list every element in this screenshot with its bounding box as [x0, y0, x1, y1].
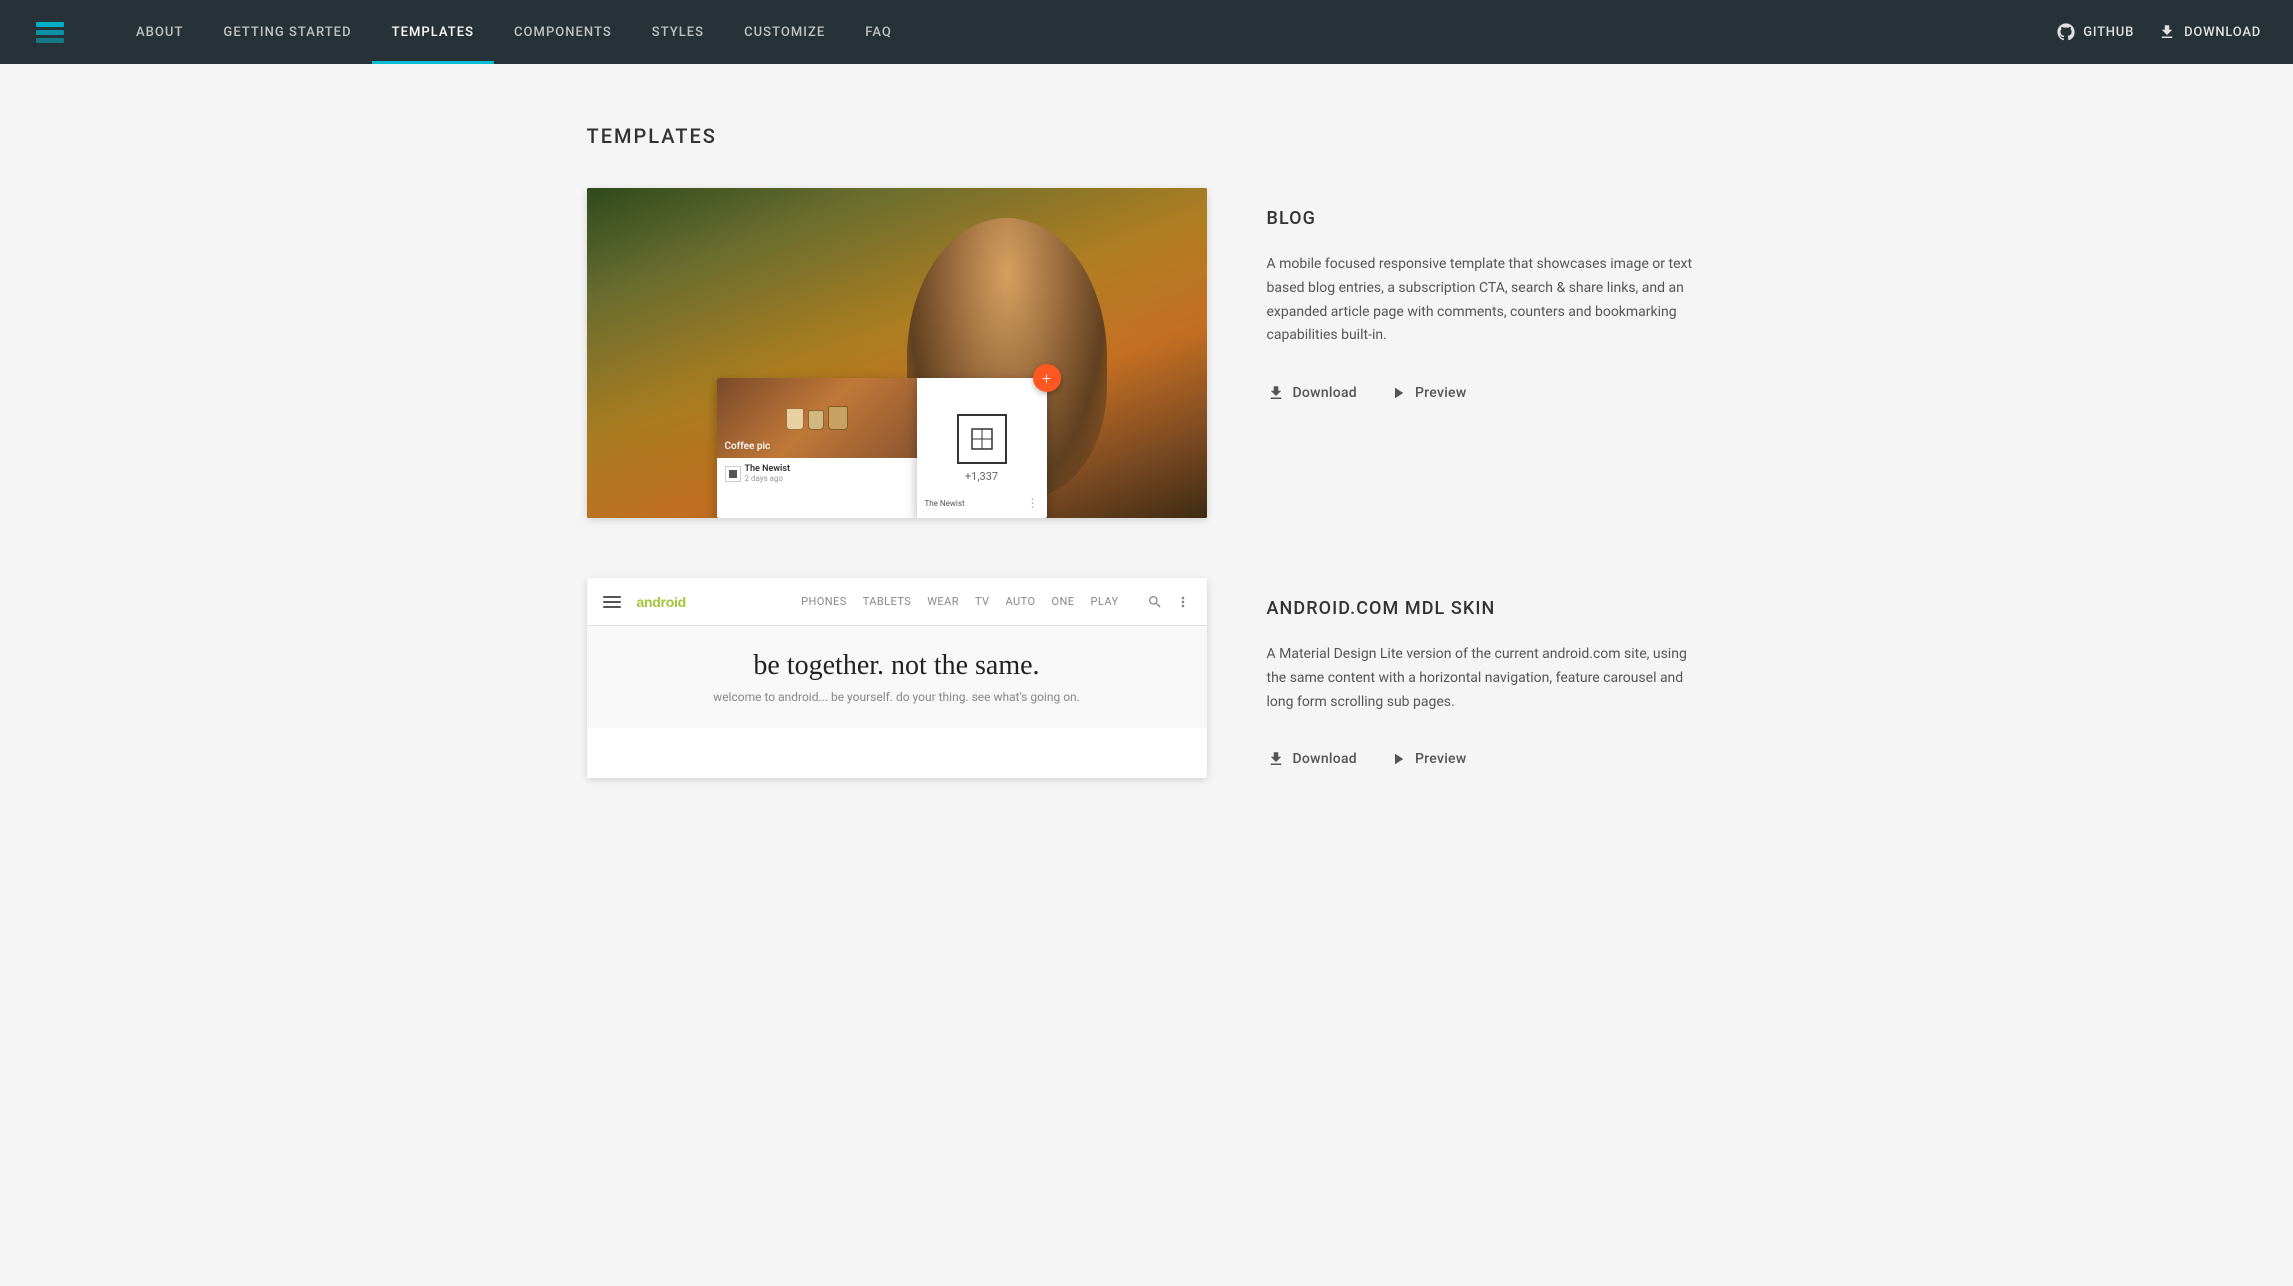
blog-download-label: Download [1293, 385, 1357, 401]
android-download-button[interactable]: Download [1267, 750, 1357, 768]
android-hamburger-icon [603, 596, 621, 608]
android-nav-tablets: TABLETS [863, 595, 912, 608]
mobile-card-image: Coffee pic [717, 378, 917, 458]
meta-icon [725, 466, 741, 482]
cup2 [808, 410, 824, 430]
android-more-icon[interactable] [1175, 594, 1191, 610]
post-date: 2 days ago [745, 474, 790, 483]
cup1 [786, 408, 804, 430]
orange-fab[interactable]: + [1033, 364, 1061, 392]
blog-actions: Download Preview [1267, 384, 1707, 402]
android-preview-button[interactable]: Preview [1389, 750, 1467, 768]
mobile-cards-container: Coffee pic The Newist 2 days ago [717, 378, 1047, 518]
card-footer-title: The Newist [925, 499, 965, 508]
android-preview-inner: android PHONES TABLETS WEAR TV AUTO ONE … [587, 578, 1207, 778]
page-title: TEMPLATES [587, 124, 1707, 148]
blog-info: BLOG A mobile focused responsive templat… [1267, 188, 1707, 518]
github-label: GitHub [2083, 25, 2134, 40]
card-footer: The Newist ⋮ [925, 496, 1039, 510]
post-title: The Newist [745, 464, 790, 474]
blog-download-icon [1267, 384, 1285, 402]
nav-item-faq[interactable]: FAQ [845, 0, 912, 64]
android-preview-label: Preview [1415, 751, 1467, 767]
blog-preview-label: Preview [1415, 385, 1467, 401]
coffee-label: Coffee pic [725, 441, 771, 452]
header: ABOUT GETTING STARTED TEMPLATES COMPONEN… [0, 0, 2293, 64]
hamburger-line3 [603, 606, 621, 608]
android-nav-icons [1147, 594, 1191, 610]
android-nav-auto: AUTO [1006, 595, 1036, 608]
nav-item-templates[interactable]: TEMPLATES [372, 0, 494, 64]
meta-text: The Newist 2 days ago [745, 464, 790, 483]
mobile-card-meta-left: The Newist 2 days ago [717, 458, 917, 489]
nav-item-styles[interactable]: STYLES [632, 0, 724, 64]
android-nav-phones: PHONES [801, 595, 847, 608]
android-nav-one: ONE [1051, 595, 1074, 608]
card-footer-dots: ⋮ [1027, 496, 1039, 510]
coffee-cups [786, 406, 848, 430]
android-headline: be together. not the same. [619, 650, 1175, 682]
android-download-icon [1267, 750, 1285, 768]
nav-item-about[interactable]: ABOUT [116, 0, 203, 64]
github-icon [2057, 23, 2075, 41]
nav-item-components[interactable]: COMPONENTS [494, 0, 632, 64]
android-preview: android PHONES TABLETS WEAR TV AUTO ONE … [587, 578, 1207, 778]
nav-item-getting-started[interactable]: GETTING STARTED [203, 0, 371, 64]
mobile-card-right: +1,337 The Newist ⋮ [917, 378, 1047, 518]
card-logo [957, 414, 1007, 464]
hamburger-line1 [603, 596, 621, 598]
android-preview-icon [1389, 750, 1407, 768]
meta-icon-inner [729, 470, 737, 478]
android-subtext: welcome to android... be yourself. do yo… [619, 690, 1175, 704]
download-header-icon [2158, 23, 2176, 41]
blog-description: A mobile focused responsive template tha… [1267, 253, 1707, 348]
github-button[interactable]: GitHub [2057, 23, 2134, 41]
template-section-android: android PHONES TABLETS WEAR TV AUTO ONE … [587, 578, 1707, 778]
card-logo-svg [967, 424, 997, 454]
android-search-icon[interactable] [1147, 594, 1163, 610]
download-header-button[interactable]: Download [2158, 23, 2261, 41]
blog-preview-button[interactable]: Preview [1389, 384, 1467, 402]
mobile-card-left: Coffee pic The Newist 2 days ago [717, 378, 917, 518]
android-title: ANDROID.COM MDL SKIN [1267, 598, 1707, 619]
android-nav-play: PLAY [1090, 595, 1118, 608]
blog-preview-image: Coffee pic The Newist 2 days ago [587, 188, 1207, 518]
android-download-label: Download [1293, 751, 1357, 767]
blog-title: BLOG [1267, 208, 1707, 229]
android-nav-tv: TV [975, 595, 990, 608]
android-logo: android [637, 594, 786, 610]
android-nav-wear: WEAR [927, 595, 959, 608]
android-actions: Download Preview [1267, 750, 1707, 768]
mobile-cards-wrapper: Coffee pic The Newist 2 days ago [717, 378, 1047, 518]
android-description: A Material Design Lite version of the cu… [1267, 643, 1707, 714]
card-count: +1,337 [965, 470, 998, 483]
android-nav-bar: android PHONES TABLETS WEAR TV AUTO ONE … [587, 578, 1207, 626]
fab-icon: + [1042, 369, 1051, 388]
cup3 [828, 406, 848, 430]
blog-preview-icon [1389, 384, 1407, 402]
android-nav-links: PHONES TABLETS WEAR TV AUTO ONE PLAY [801, 595, 1118, 608]
blog-download-button[interactable]: Download [1267, 384, 1357, 402]
main-content: TEMPLATES [547, 64, 1747, 898]
blog-preview: Coffee pic The Newist 2 days ago [587, 188, 1207, 518]
download-header-label: Download [2184, 25, 2261, 40]
header-actions: GitHub Download [2057, 23, 2261, 41]
nav-item-customize[interactable]: CUSTOMIZE [724, 0, 845, 64]
main-nav: ABOUT GETTING STARTED TEMPLATES COMPONEN… [116, 0, 2057, 64]
android-content: be together. not the same. welcome to an… [587, 626, 1207, 728]
hamburger-line2 [603, 601, 621, 603]
logo[interactable] [32, 14, 68, 50]
android-info: ANDROID.COM MDL SKIN A Material Design L… [1267, 578, 1707, 778]
template-section-blog: Coffee pic The Newist 2 days ago [587, 188, 1707, 518]
